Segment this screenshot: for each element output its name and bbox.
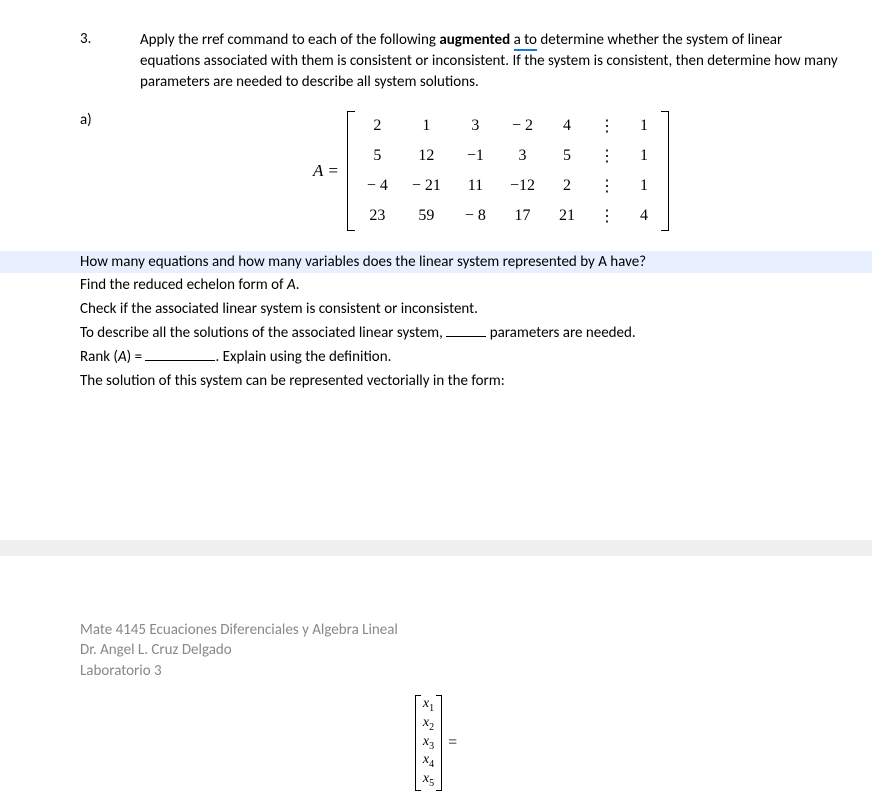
aug-dots: ⋮ xyxy=(587,111,627,141)
table-row: 2 1 3 − 2 4 ⋮ 1 xyxy=(355,111,661,141)
text-part: command to each of the following xyxy=(224,31,439,49)
page-content: 3. Apply the rref command to each of the… xyxy=(0,0,872,393)
aug-dots: ⋮ xyxy=(587,201,627,231)
vector-entry: x2 xyxy=(423,715,434,734)
matrix-label: A = xyxy=(313,161,339,181)
bold-text: augmented xyxy=(439,31,510,49)
matrix-cell: 4 xyxy=(627,201,661,231)
highlighted-question: How many equations and how many variable… xyxy=(0,251,872,273)
prompt-line: How many equations and how many variable… xyxy=(80,253,842,271)
matrix-cell: −1 xyxy=(453,141,498,171)
question-number: 3. xyxy=(80,30,140,48)
matrix-cell: 23 xyxy=(355,201,400,231)
left-bracket xyxy=(347,111,355,231)
matrix-cell: 2 xyxy=(355,111,400,141)
text-part: Find the reduced echelon form of xyxy=(80,276,287,294)
prompt-line: The solution of this system can be repre… xyxy=(80,369,842,393)
page-gray-band xyxy=(0,540,872,556)
prompt-line: Find the reduced echelon form of A. xyxy=(80,273,842,297)
matrix: 2 1 3 − 2 4 ⋮ 1 5 12 −1 3 xyxy=(347,111,669,231)
matrix-cell: − 4 xyxy=(355,171,400,201)
prompt-line: Rank (A) = . Explain using the definitio… xyxy=(80,345,842,369)
footer-line: Dr. Angel L. Cruz Delgado xyxy=(80,640,398,660)
aug-dots: ⋮ xyxy=(587,141,627,171)
part-a: a) A = 2 1 3 − 2 4 ⋮ 1 xyxy=(80,111,842,231)
matrix-cell: 21 xyxy=(547,201,587,231)
matrix-cell: 1 xyxy=(627,141,661,171)
matrix-cell: − 2 xyxy=(498,111,547,141)
matrix-cell: 3 xyxy=(498,141,547,171)
vector-entry: x5 xyxy=(423,771,434,790)
part-label: a) xyxy=(80,111,140,231)
questions-block: Find the reduced echelon form of A. Chec… xyxy=(80,273,842,393)
matrix-cell: −12 xyxy=(498,171,547,201)
matrix-cell: 17 xyxy=(498,201,547,231)
blank-field xyxy=(446,325,486,337)
table-row: − 4 − 21 11 −12 2 ⋮ 1 xyxy=(355,171,661,201)
matrix-cell: 1 xyxy=(627,111,661,141)
matrix-cell: 3 xyxy=(453,111,498,141)
matrix-cell: 12 xyxy=(400,141,453,171)
right-bracket xyxy=(436,695,442,791)
aug-dots: ⋮ xyxy=(587,171,627,201)
vector-bracket: x1 x2 x3 x4 x5 xyxy=(415,695,442,791)
matrix-cell: − 8 xyxy=(453,201,498,231)
matrix-container: A = 2 1 3 − 2 4 ⋮ 1 xyxy=(140,111,842,231)
vector-entry: x1 xyxy=(423,696,434,715)
text-part: ) = xyxy=(127,348,146,366)
text-part: . xyxy=(296,276,300,294)
vector-entry: x4 xyxy=(423,752,434,771)
matrix-cell: 5 xyxy=(355,141,400,171)
text-part: To describe all the solutions of the ass… xyxy=(80,324,446,342)
matrix-cell: 11 xyxy=(453,171,498,201)
italic-text: A xyxy=(118,348,127,366)
right-bracket xyxy=(661,111,669,231)
text-part: Apply the xyxy=(140,31,202,49)
matrix-cell: 1 xyxy=(627,171,661,201)
page-footer: Mate 4145 Ecuaciones Diferenciales y Alg… xyxy=(80,620,398,681)
vector-entry: x3 xyxy=(423,734,434,753)
text-part: Rank ( xyxy=(80,348,118,366)
matrix-cell: − 21 xyxy=(400,171,453,201)
question-header: 3. Apply the rref command to each of the… xyxy=(80,30,842,93)
footer-line: Laboratorio 3 xyxy=(80,661,398,681)
grammar-word: a to xyxy=(514,31,537,51)
vector-column: x1 x2 x3 x4 x5 xyxy=(421,695,436,791)
matrix-cell: 5 xyxy=(547,141,587,171)
prompt-line: To describe all the solutions of the ass… xyxy=(80,321,842,345)
text-part: parameters are needed. xyxy=(486,324,635,342)
spellcheck-word: rref xyxy=(202,31,224,49)
prompt-line: Check if the associated linear system is… xyxy=(80,297,842,321)
blank-field xyxy=(145,349,215,361)
italic-text: A xyxy=(287,276,296,294)
equals-sign: = xyxy=(448,734,457,752)
table-row: 5 12 −1 3 5 ⋮ 1 xyxy=(355,141,661,171)
matrix-cell: 4 xyxy=(547,111,587,141)
table-row: 23 59 − 8 17 21 ⋮ 4 xyxy=(355,201,661,231)
vector-equation: x1 x2 x3 x4 x5 = xyxy=(0,695,872,791)
matrix-cell: 59 xyxy=(400,201,453,231)
text-part: . Explain using the definition. xyxy=(215,348,391,366)
matrix-cell: 1 xyxy=(400,111,453,141)
matrix-cell: 2 xyxy=(547,171,587,201)
footer-line: Mate 4145 Ecuaciones Diferenciales y Alg… xyxy=(80,620,398,640)
question-text: Apply the rref command to each of the fo… xyxy=(140,30,842,93)
